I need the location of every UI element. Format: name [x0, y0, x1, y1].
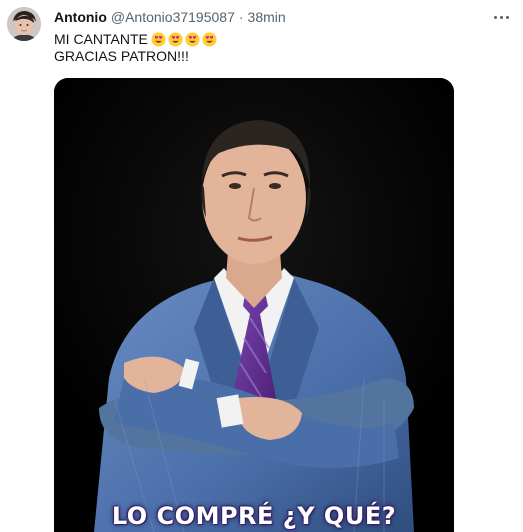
heart-eyes-emoji-icon: [185, 32, 200, 47]
tweet-image[interactable]: LO COMPRÉ ¿Y QUÉ?: [54, 78, 454, 532]
emoji-group: [151, 32, 217, 47]
more-options-icon[interactable]: [489, 6, 513, 28]
tweet-text: MI CANTANTE GRACIAS PATRON!!!: [54, 31, 217, 65]
image-caption: LO COMPRÉ ¿Y QUÉ?: [111, 502, 397, 530]
avatar[interactable]: [7, 7, 41, 41]
author-handle[interactable]: @Antonio37195087: [111, 9, 235, 25]
heart-eyes-emoji-icon: [202, 32, 217, 47]
tweet-text-line: MI CANTANTE: [54, 31, 148, 47]
heart-eyes-emoji-icon: [168, 32, 183, 47]
man-in-suit-photo: [54, 78, 454, 532]
tweet[interactable]: Antonio @Antonio37195087 · 38min MI CANT…: [0, 0, 523, 532]
tweet-header: Antonio @Antonio37195087 · 38min: [54, 9, 483, 29]
timestamp[interactable]: 38min: [248, 9, 286, 25]
tweet-text-line: GRACIAS PATRON!!!: [54, 48, 189, 64]
separator-dot: ·: [238, 9, 244, 25]
heart-eyes-emoji-icon: [151, 32, 166, 47]
avatar-image: [7, 7, 41, 41]
author-name[interactable]: Antonio: [54, 9, 107, 25]
